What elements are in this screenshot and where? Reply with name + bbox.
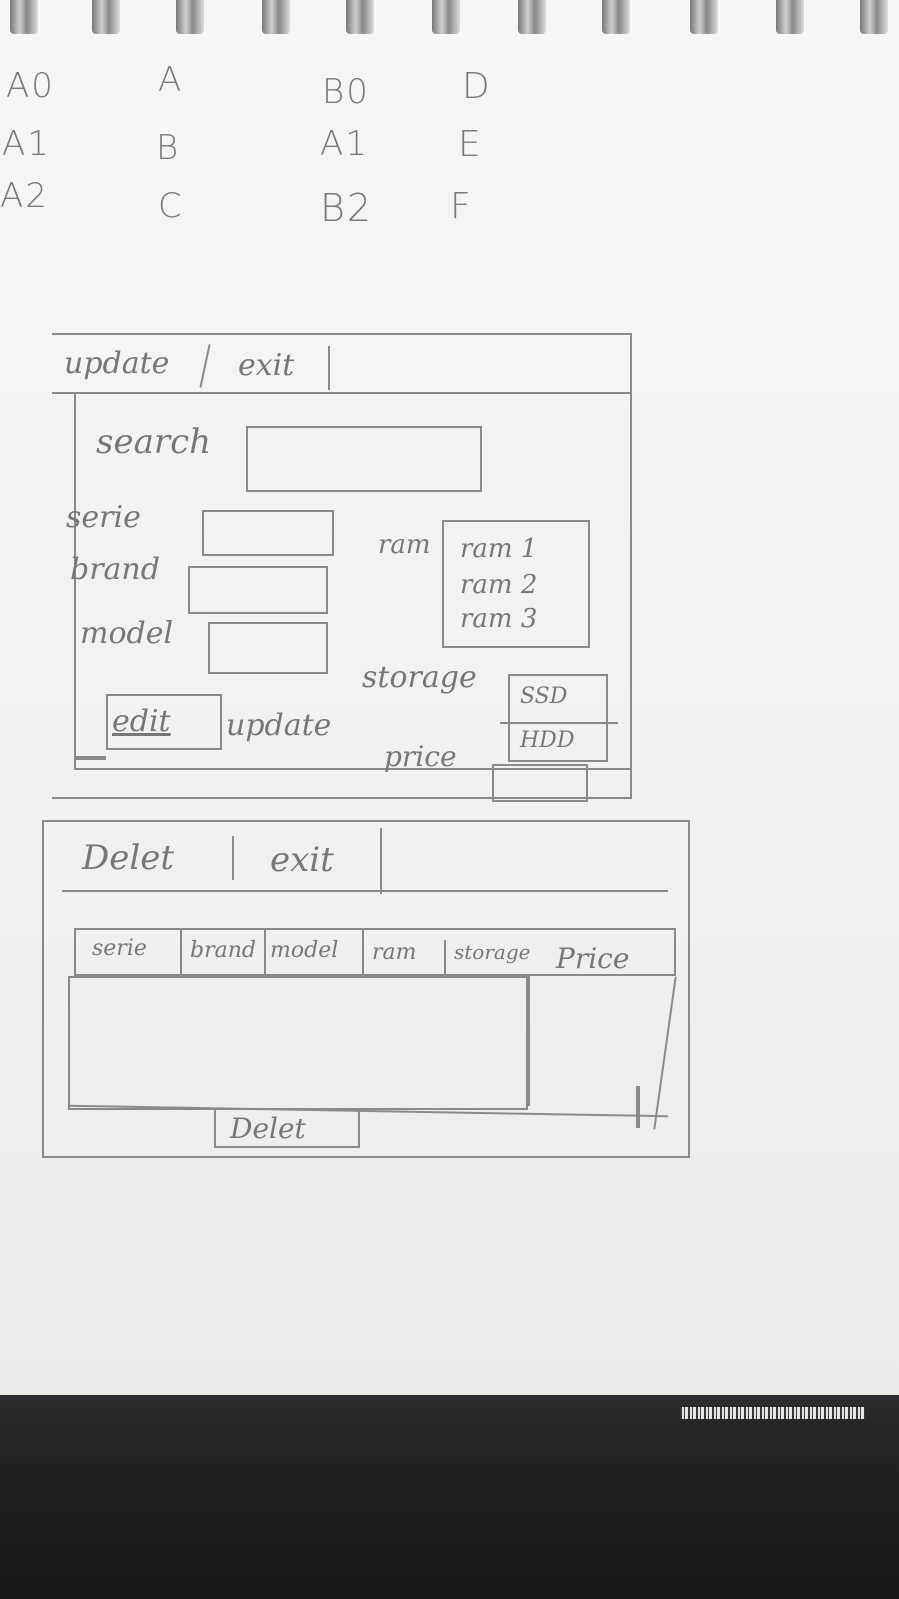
storage-option-hdd[interactable]: HDD xyxy=(520,728,574,753)
ram-option-3[interactable]: ram 3 xyxy=(460,604,537,634)
note-a0: A0 xyxy=(6,66,55,106)
notebook-page: A0 A1 A2 A B C B0 A1 B2 D E F update exi… xyxy=(0,0,899,1395)
note-a1-second: A1 xyxy=(320,124,369,164)
search-input[interactable] xyxy=(246,426,482,492)
note-b0: B0 xyxy=(322,72,370,112)
update-button[interactable]: update xyxy=(226,708,331,743)
search-label: search xyxy=(96,422,212,462)
column-serie: serie xyxy=(92,936,147,961)
delete-menu-divider xyxy=(62,890,668,892)
table-body[interactable] xyxy=(68,976,528,1110)
model-input[interactable] xyxy=(208,622,328,674)
brand-input[interactable] xyxy=(188,566,328,614)
column-brand: brand xyxy=(190,938,256,963)
ram-option-2[interactable]: ram 2 xyxy=(460,570,537,600)
edit-button[interactable]: edit xyxy=(106,694,222,750)
model-label: model xyxy=(80,616,174,651)
note-a: A xyxy=(158,60,184,100)
note-d: D xyxy=(462,66,492,107)
desk-background xyxy=(0,1395,899,1599)
note-c: C xyxy=(158,186,184,226)
menu-exit-delete[interactable]: exit xyxy=(270,840,334,880)
storage-label: storage xyxy=(362,660,477,695)
note-a1: A1 xyxy=(2,124,51,164)
serie-input[interactable] xyxy=(202,510,334,556)
note-a2: A2 xyxy=(0,176,49,216)
update-menu-divider xyxy=(52,392,632,394)
ram-label: ram xyxy=(378,530,431,560)
price-label: price xyxy=(384,740,457,773)
column-storage: storage xyxy=(454,940,531,964)
brand-label: brand xyxy=(70,552,160,587)
barcode-strip xyxy=(680,1407,865,1419)
column-ram: ram xyxy=(372,940,417,965)
edit-button-label: edit xyxy=(112,704,171,739)
menu-exit[interactable]: exit xyxy=(238,348,294,383)
spiral-binding xyxy=(0,0,899,40)
delete-button[interactable]: Delet xyxy=(214,1108,360,1148)
note-f: F xyxy=(450,186,473,227)
column-model: model xyxy=(270,938,339,963)
storage-option-ssd[interactable]: SSD xyxy=(520,684,567,709)
ram-option-1[interactable]: ram 1 xyxy=(460,534,537,564)
price-input[interactable] xyxy=(492,764,588,802)
menu-delet[interactable]: Delet xyxy=(82,838,174,878)
delete-button-label: Delet xyxy=(230,1112,306,1145)
note-b: B xyxy=(156,128,181,168)
column-price: Price xyxy=(556,942,630,975)
serie-label: serie xyxy=(66,500,141,535)
menu-update[interactable]: update xyxy=(64,346,169,381)
note-e: E xyxy=(458,124,483,165)
note-b2: B2 xyxy=(320,186,374,230)
